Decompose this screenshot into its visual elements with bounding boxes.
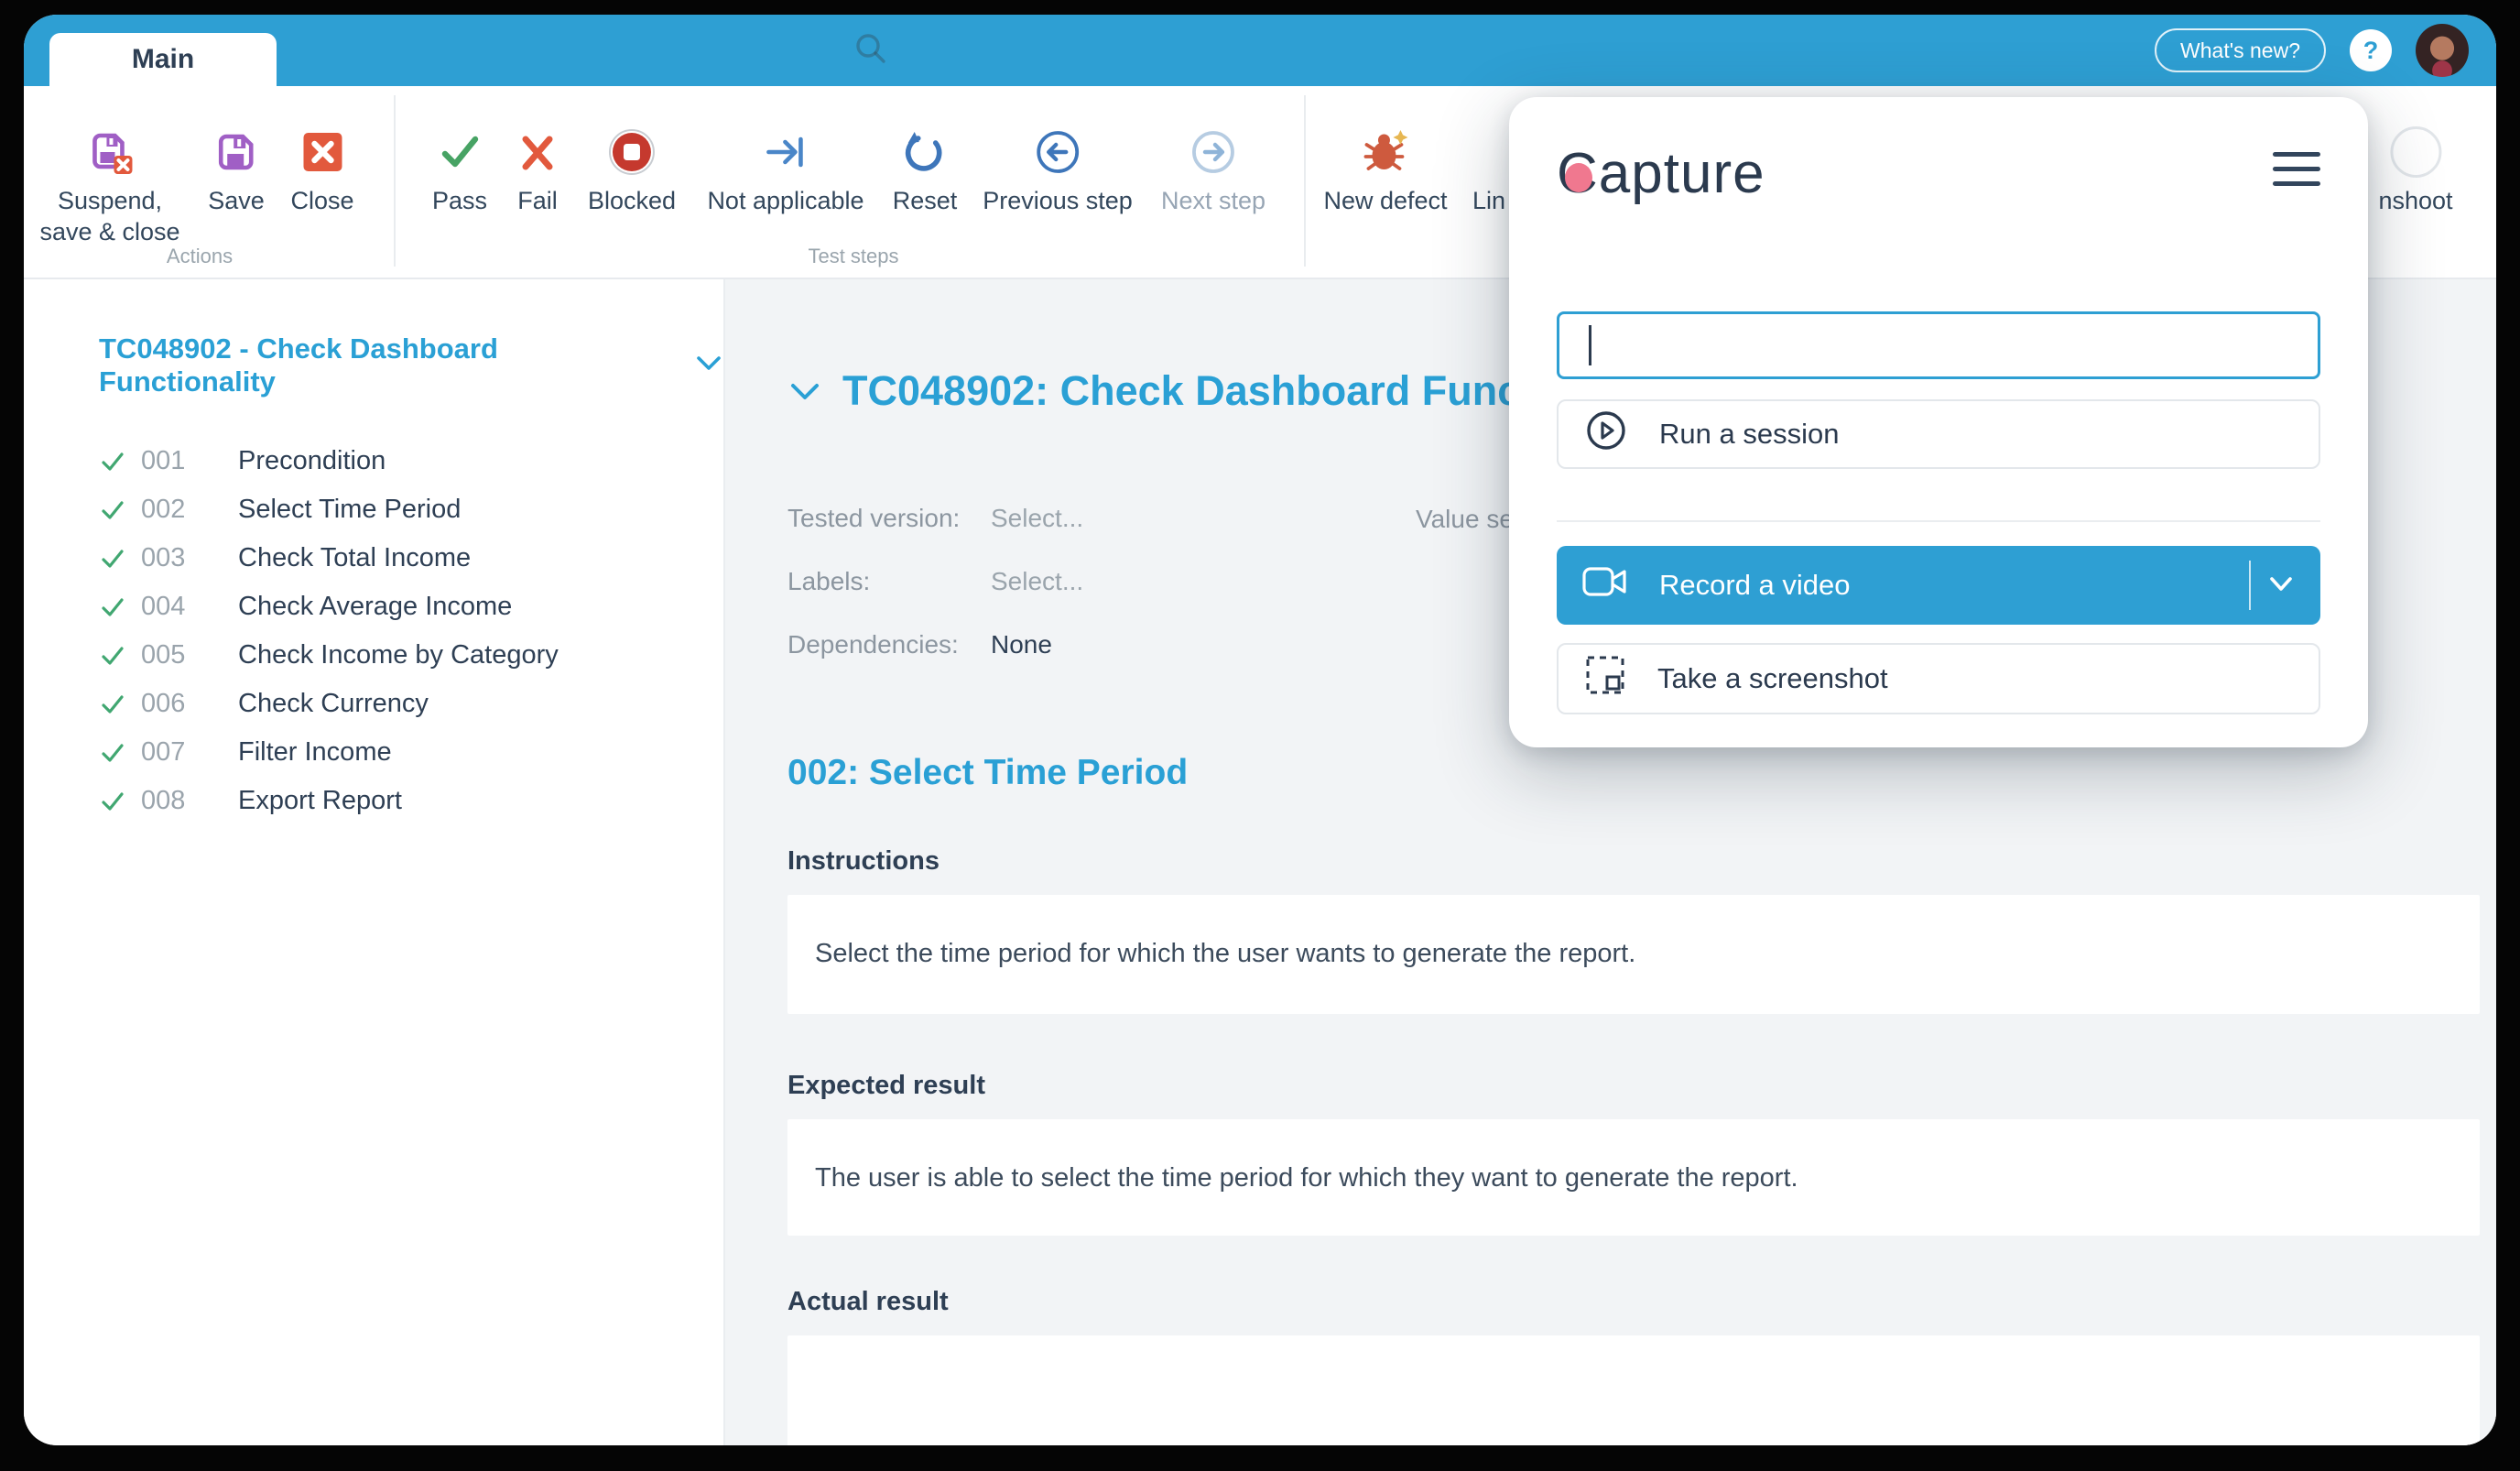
blocked-button[interactable]: Blocked [588,126,676,216]
expected-result-label: Expected result [788,1071,2482,1101]
chevron-down-icon[interactable] [2265,572,2297,605]
capture-popup-header: Capture [1557,141,2320,205]
step-row-006[interactable]: 006 Check Currency [99,680,723,728]
check-icon [99,739,141,767]
not-applicable-icon [764,126,808,178]
not-applicable-button[interactable]: Not applicable [707,126,864,216]
actual-result-label: Actual result [788,1287,2482,1317]
save-button[interactable]: Save [208,126,265,216]
tab-main[interactable]: Main [49,33,277,86]
close-button[interactable]: Close [290,126,353,216]
text-caret [1589,325,1591,365]
screenshot-ghost-icon [2390,126,2441,178]
previous-step-icon [1035,126,1081,178]
check-icon [99,788,141,815]
check-icon [99,594,141,621]
next-step-icon [1190,126,1236,178]
whats-new-button[interactable]: What's new? [2155,28,2326,72]
new-defect-button[interactable]: New defect [1323,126,1447,216]
step-row-001[interactable]: 001 Precondition [99,437,723,485]
link-defect-button-partial[interactable]: Lin [1472,126,1505,216]
tested-version-select[interactable]: Select... [991,504,1083,533]
check-icon [99,691,141,718]
run-session-button[interactable]: Run a session [1557,399,2320,469]
capture-logo-dot [1565,163,1592,192]
pass-icon [437,126,483,178]
popup-divider [1557,520,2320,522]
take-screenshot-button[interactable]: Take a screenshot [1557,643,2320,714]
record-video-button[interactable]: Record a video [1557,546,2320,625]
check-icon [99,642,141,670]
instructions-box: Select the time period for which the use… [788,895,2480,1014]
test-steps-sidebar: TC048902 - Check Dashboard Functionality… [24,279,725,1445]
close-icon [301,126,343,178]
pass-button[interactable]: Pass [432,126,487,216]
reset-button[interactable]: Reset [893,126,958,216]
check-icon [99,448,141,475]
toolbar-separator [1304,95,1306,267]
save-icon [214,126,258,178]
value-set-label: Value set [1416,505,1521,534]
toolbar-group-label-actions: Actions [167,245,233,268]
search-icon[interactable] [852,29,892,70]
step-row-004[interactable]: 004 Check Average Income [99,583,723,631]
hamburger-menu-icon[interactable] [2273,141,2320,186]
test-case-title-label: TC048902 - Check Dashboard Functionality [99,332,676,398]
labels-select[interactable]: Select... [991,567,1083,596]
step-list: 001 Precondition 002 Select Time Period … [99,437,723,825]
fail-button[interactable]: Fail [516,126,559,216]
new-defect-bug-icon [1361,126,1410,178]
video-camera-icon [1582,563,1628,607]
toolbar-group-label-test-steps: Test steps [808,245,898,268]
fail-icon [516,126,559,178]
step-row-008[interactable]: 008 Export Report [99,777,723,825]
step-row-002[interactable]: 002 Select Time Period [99,485,723,534]
step-row-005[interactable]: 005 Check Income by Category [99,631,723,680]
suspend-save-close-icon [86,126,134,178]
top-header-bar: Main What's new? ? [24,15,2496,86]
suspend-save-close-button[interactable]: Suspend, save & close [39,126,179,247]
whats-new-label: What's new? [2180,38,2300,63]
capture-logo: Capture [1557,141,1765,206]
previous-step-button[interactable]: Previous step [983,126,1133,216]
step-row-003[interactable]: 003 Check Total Income [99,534,723,583]
check-icon [99,545,141,572]
instructions-label: Instructions [788,846,2482,877]
test-case-title[interactable]: TC048902 - Check Dashboard Functionality [99,332,723,398]
app-window: Main What's new? ? Actions Test steps [24,15,2496,1445]
toolbar-separator [394,95,396,267]
capture-note-input[interactable] [1557,311,2320,379]
capture-popup: Capture Run a session [1509,97,2368,747]
avatar[interactable] [2416,24,2469,77]
reset-icon [903,126,947,178]
record-split-divider [2249,561,2251,610]
play-circle-icon [1584,409,1628,460]
actual-result-box[interactable] [788,1335,2480,1445]
dependencies-value: None [991,630,1052,659]
tab-main-label: Main [132,44,194,75]
chevron-down-icon[interactable] [788,367,822,415]
next-step-button[interactable]: Next step [1161,126,1265,216]
help-icon[interactable]: ? [2350,29,2392,71]
step-row-007[interactable]: 007 Filter Income [99,728,723,777]
expected-result-box: The user is able to select the time peri… [788,1119,2480,1236]
check-icon [99,496,141,524]
blocked-icon [608,126,656,178]
screenshot-icon [1584,654,1626,703]
step-section-heading: 002: Select Time Period [788,753,2482,793]
header-right-cluster: What's new? ? [2155,15,2469,86]
chevron-down-icon[interactable] [694,349,723,382]
screenshot-button-partial[interactable]: nshoot [2378,126,2452,216]
